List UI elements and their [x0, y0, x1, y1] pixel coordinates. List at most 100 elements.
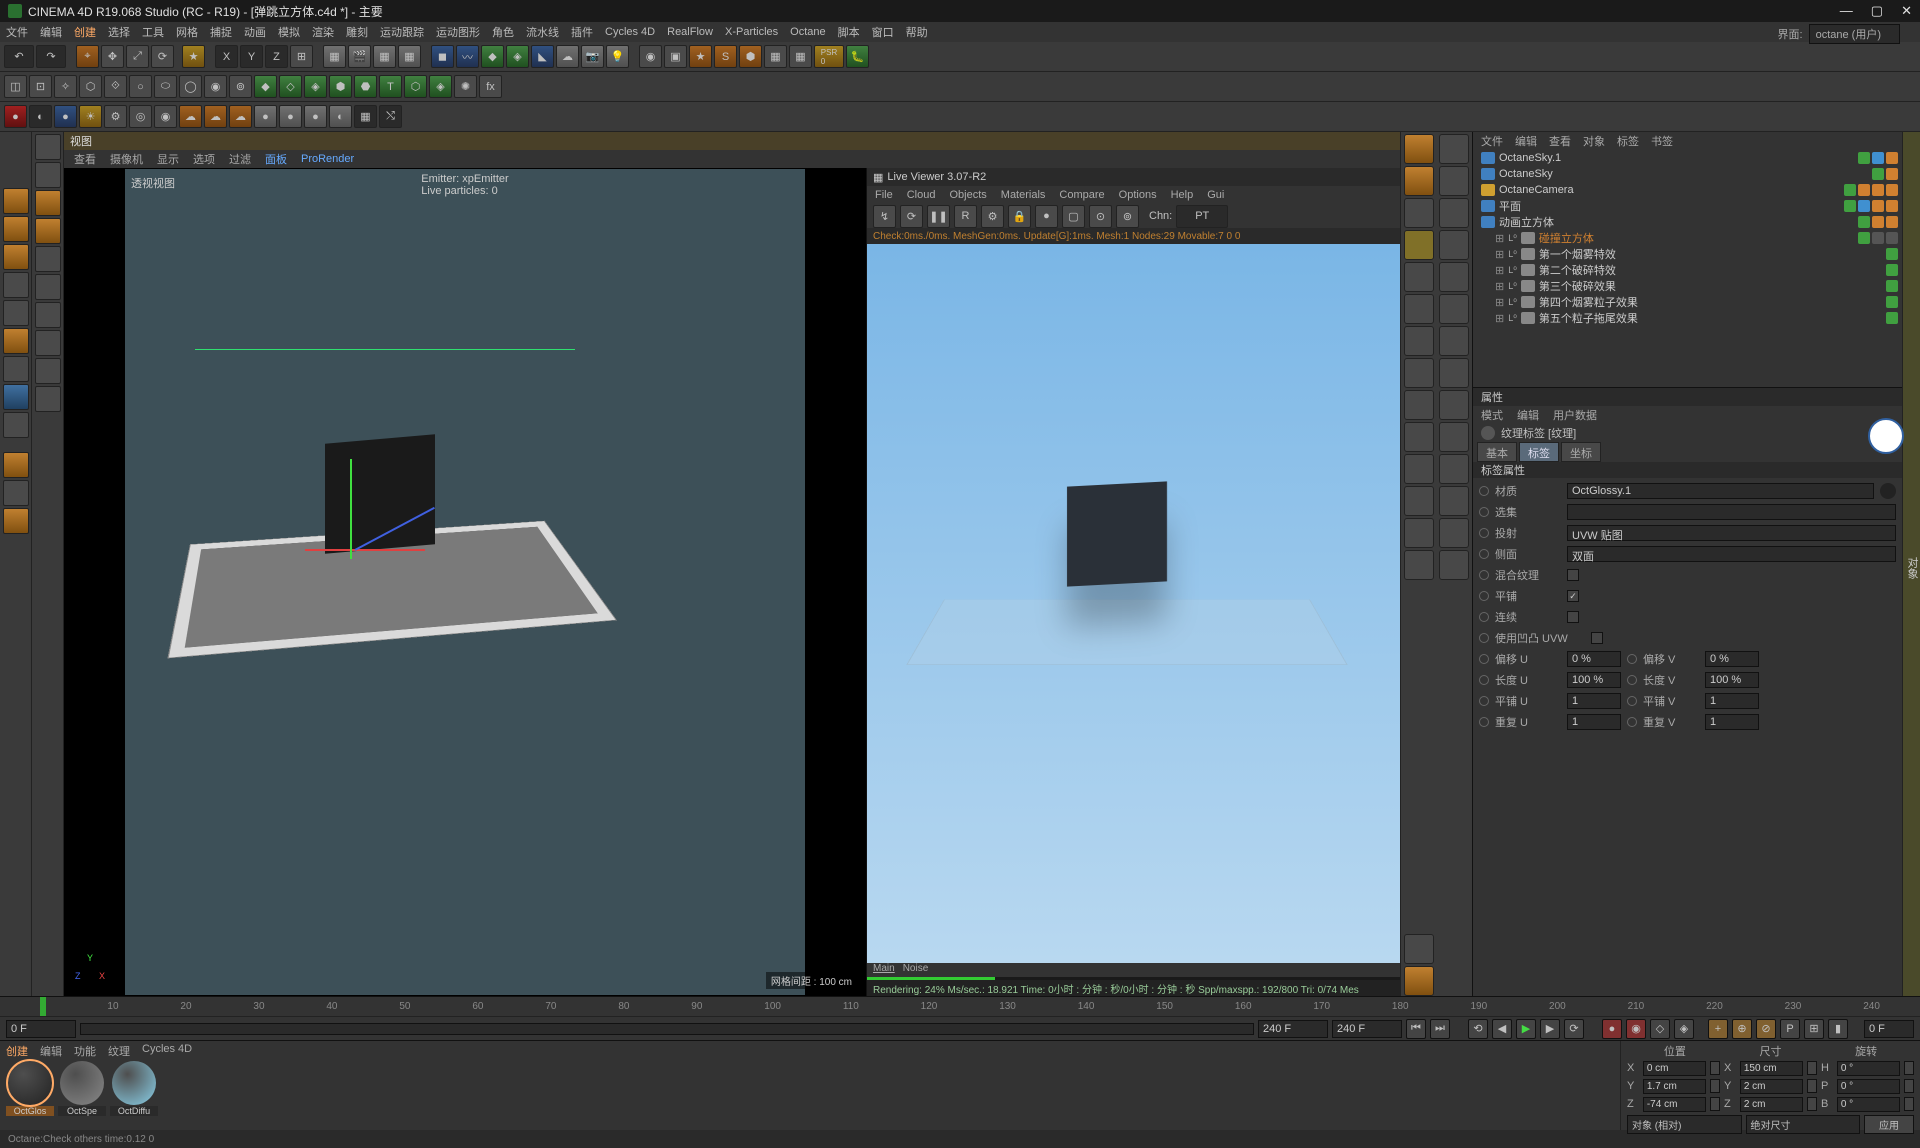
- coord-size[interactable]: 2 cm: [1740, 1079, 1803, 1094]
- om-menu-书签[interactable]: 书签: [1651, 133, 1673, 149]
- menu-编辑[interactable]: 编辑: [40, 24, 62, 40]
- lv-menu-Materials[interactable]: Materials: [1001, 189, 1046, 201]
- rs-14[interactable]: [1404, 550, 1434, 580]
- vp-menu-查看[interactable]: 查看: [74, 151, 96, 167]
- lv-start-icon[interactable]: ↯: [873, 205, 896, 228]
- attr-lenu-field[interactable]: 100 %: [1567, 672, 1621, 688]
- attr-continue-checkbox[interactable]: [1567, 611, 1579, 623]
- lt2-2[interactable]: [35, 162, 61, 188]
- light-tool[interactable]: 💡: [606, 45, 629, 68]
- record-key-button[interactable]: ●: [1602, 1019, 1622, 1039]
- rs-3[interactable]: [1404, 198, 1434, 228]
- lv-pause-icon[interactable]: ❚❚: [927, 205, 950, 228]
- key-mode-button[interactable]: ◇: [1650, 1019, 1670, 1039]
- rs-content-browser[interactable]: [1404, 134, 1434, 164]
- object-name[interactable]: 平面: [1499, 198, 1840, 214]
- rsc2-2[interactable]: [1439, 166, 1469, 196]
- om-menu-标签[interactable]: 标签: [1617, 133, 1639, 149]
- goto-start-button[interactable]: ⏮: [1406, 1019, 1426, 1039]
- tb2-1[interactable]: ◫: [4, 75, 27, 98]
- xp-tool-3[interactable]: ★: [689, 45, 712, 68]
- render-view[interactable]: ▦: [323, 45, 346, 68]
- tb2-2[interactable]: ⊡: [29, 75, 52, 98]
- recent-tool[interactable]: ★: [182, 45, 205, 68]
- menu-角色[interactable]: 角色: [492, 24, 514, 40]
- layout-dropdown[interactable]: octane (用户): [1809, 24, 1900, 44]
- rs-9[interactable]: [1404, 390, 1434, 420]
- menu-插件[interactable]: 插件: [571, 24, 593, 40]
- object-row[interactable]: ⊞L⁰第四个烟雾粒子效果: [1473, 294, 1902, 310]
- object-tag[interactable]: [1886, 264, 1898, 276]
- attr-menu-用户数据[interactable]: 用户数据: [1553, 407, 1597, 423]
- maximize-button[interactable]: ▢: [1871, 3, 1883, 19]
- coord-pos[interactable]: 0 cm: [1643, 1061, 1706, 1076]
- tb2-4[interactable]: ⬡: [79, 75, 102, 98]
- timeline-ruler[interactable]: 0102030405060708090100110120130140150160…: [0, 996, 1920, 1016]
- rs-10[interactable]: [1404, 422, 1434, 452]
- play-button[interactable]: ▶: [1516, 1019, 1536, 1039]
- rsc2-9[interactable]: [1439, 390, 1469, 420]
- attr-repu-field[interactable]: 1: [1567, 714, 1621, 730]
- lv-menu-Help[interactable]: Help: [1171, 189, 1194, 201]
- menu-X-Particles[interactable]: X-Particles: [725, 26, 778, 38]
- perspective-viewport[interactable]: 透视视图 Emitter: xpEmitter Live particles: …: [64, 168, 866, 996]
- goto-end-button[interactable]: ⏭: [1430, 1019, 1450, 1039]
- point-mode[interactable]: [3, 272, 29, 298]
- lv-menu-Gui[interactable]: Gui: [1207, 189, 1224, 201]
- vp-menu-显示[interactable]: 显示: [157, 151, 179, 167]
- attr-projection-dropdown[interactable]: UVW 贴图: [1567, 525, 1896, 541]
- rs-8[interactable]: [1404, 358, 1434, 388]
- attr-tab-标签[interactable]: 标签: [1519, 442, 1559, 462]
- lv-menu-Objects[interactable]: Objects: [949, 189, 986, 201]
- menu-Cycles 4D[interactable]: Cycles 4D: [605, 26, 655, 38]
- menu-捕捉[interactable]: 捕捉: [210, 24, 232, 40]
- attr-mix-checkbox[interactable]: [1567, 569, 1579, 581]
- tb3-7[interactable]: ◉: [154, 105, 177, 128]
- object-tag[interactable]: [1886, 200, 1898, 212]
- coord-pos[interactable]: 1.7 cm: [1643, 1079, 1706, 1094]
- attr-tilev-field[interactable]: 1: [1705, 693, 1759, 709]
- object-name[interactable]: 第一个烟雾特效: [1539, 246, 1882, 262]
- object-tag[interactable]: [1886, 184, 1898, 196]
- object-tag[interactable]: [1886, 296, 1898, 308]
- rs-gear-icon[interactable]: [1404, 966, 1434, 996]
- object-tag[interactable]: [1886, 248, 1898, 260]
- om-menu-编辑[interactable]: 编辑: [1515, 133, 1537, 149]
- object-name[interactable]: 碰撞立方体: [1539, 230, 1854, 246]
- menu-帮助[interactable]: 帮助: [906, 24, 928, 40]
- object-name[interactable]: OctaneSky.1: [1499, 152, 1854, 164]
- next-frame-button[interactable]: ▶: [1540, 1019, 1560, 1039]
- tb2-10[interactable]: ⊚: [229, 75, 252, 98]
- tb3-8[interactable]: ☁: [179, 105, 202, 128]
- rsc2-13[interactable]: [1439, 518, 1469, 548]
- object-tag[interactable]: [1886, 280, 1898, 292]
- enable-axis[interactable]: [3, 356, 29, 382]
- menu-雕刻[interactable]: 雕刻: [346, 24, 368, 40]
- rsc2-4[interactable]: [1439, 230, 1469, 260]
- lv-chn-dropdown[interactable]: PT: [1176, 205, 1228, 228]
- object-tag[interactable]: [1872, 200, 1884, 212]
- key-r-button[interactable]: ⊘: [1756, 1019, 1776, 1039]
- rsc2-8[interactable]: [1439, 358, 1469, 388]
- object-tag[interactable]: [1872, 184, 1884, 196]
- menu-渲染[interactable]: 渲染: [312, 24, 334, 40]
- menu-运动图形[interactable]: 运动图形: [436, 24, 480, 40]
- lt2-5[interactable]: [35, 246, 61, 272]
- object-tag[interactable]: [1872, 168, 1884, 180]
- xp-tool-5[interactable]: ▦: [789, 45, 812, 68]
- tb3-13[interactable]: ●: [304, 105, 327, 128]
- object-tag[interactable]: [1872, 216, 1884, 228]
- menu-脚本[interactable]: 脚本: [838, 24, 860, 40]
- menu-运动跟踪[interactable]: 运动跟踪: [380, 24, 424, 40]
- vp-menu-面板[interactable]: 面板: [265, 151, 287, 167]
- axis-z-toggle[interactable]: Z: [265, 45, 288, 68]
- frame-right-field[interactable]: 0 F: [1864, 1020, 1914, 1038]
- quantize-toggle[interactable]: [3, 508, 29, 534]
- lv-frame-icon[interactable]: ▢: [1062, 205, 1085, 228]
- object-row[interactable]: ⊞L⁰碰撞立方体: [1473, 230, 1902, 246]
- xp-tool-2[interactable]: ▣: [664, 45, 687, 68]
- tb3-12[interactable]: ●: [279, 105, 302, 128]
- prev-frame-button[interactable]: ◀: [1492, 1019, 1512, 1039]
- object-tag[interactable]: [1886, 152, 1898, 164]
- tb2-17[interactable]: ◈: [429, 75, 452, 98]
